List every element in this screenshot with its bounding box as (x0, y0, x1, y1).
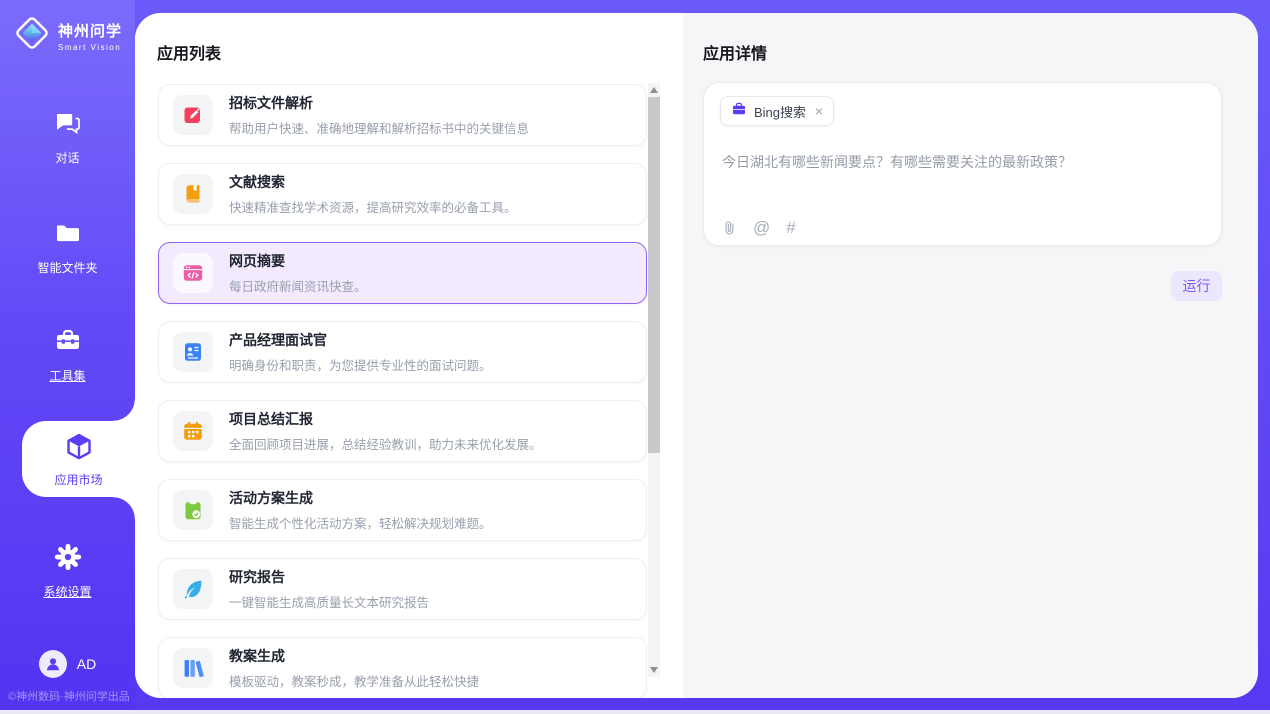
cube-icon (63, 431, 95, 468)
app-list-title: 应用列表 (157, 40, 221, 64)
sidebar-item-5[interactable]: 系统设置 (0, 542, 135, 600)
app-card-title: 招标文件解析 (229, 93, 529, 113)
scroll-down-arrow-icon[interactable] (648, 663, 660, 677)
app-card-texts: 网页摘要每日政府新闻资讯快查。 (229, 251, 367, 295)
app-card-description: 全面回顾项目进展，总结经验教训，助力未来优化发展。 (229, 434, 542, 453)
tool-chip-label: Bing搜索 (754, 102, 806, 121)
books-icon (173, 648, 213, 688)
app-card-title: 网页摘要 (229, 251, 367, 271)
app-card-description: 模板驱动，教案秒成，教学准备从此轻松快捷 (229, 671, 479, 690)
close-icon[interactable]: × (815, 104, 823, 118)
clipboard-check-icon (173, 490, 213, 530)
app-card-7[interactable]: 研究报告一键智能生成高质量长文本研究报告 (158, 558, 647, 620)
sidebar-item-label: 智能文件夹 (37, 259, 97, 276)
sidebar-item-label: 对话 (55, 149, 79, 166)
sidebar-item-label: 应用市场 (54, 471, 102, 488)
run-button[interactable]: 运行 (1171, 271, 1222, 301)
prompt-input[interactable]: 今日湖北有哪些新闻要点？有哪些需要关注的最新政策？ (722, 152, 1072, 172)
app-card-title: 文献搜索 (229, 172, 517, 192)
app-card-description: 每日政府新闻资讯快查。 (229, 276, 367, 295)
app-card-texts: 研究报告一键智能生成高质量长文本研究报告 (229, 567, 429, 611)
scroll-up-arrow-icon[interactable] (648, 83, 660, 97)
app-card-title: 活动方案生成 (229, 488, 492, 508)
app-card-3[interactable]: 网页摘要每日政府新闻资讯快查。 (158, 242, 647, 304)
tool-chip-bing-search[interactable]: Bing搜索 × (720, 96, 834, 126)
sidebar-item-label: 工具集 (49, 367, 85, 384)
brand-subtitle: Smart Vision (58, 43, 122, 52)
sidebar-item-4[interactable]: 应用市场 (22, 421, 135, 497)
app-card-description: 明确身份和职责，为您提供专业性的面试问题。 (229, 355, 492, 374)
bubble-notch-top (113, 399, 135, 421)
app-card-description: 帮助用户快速、准确地理解和解析招标书中的关键信息 (229, 118, 529, 137)
app-card-texts: 文献搜索快速精准查找学术资源，提高研究效率的必备工具。 (229, 172, 517, 216)
app-card-texts: 产品经理面试官明确身份和职责，为您提供专业性的面试问题。 (229, 330, 492, 374)
prompt-toolbar: @# (722, 219, 796, 236)
book-icon (173, 174, 213, 214)
toolbox-icon (53, 326, 83, 361)
app-card-texts: 招标文件解析帮助用户快速、准确地理解和解析招标书中的关键信息 (229, 93, 529, 137)
app-card-texts: 活动方案生成智能生成个性化活动方案，轻松解决规划难题。 (229, 488, 492, 532)
webpage-code-icon (173, 253, 213, 293)
brand: 神州问学 Smart Vision (0, 14, 135, 57)
app-card-description: 快速精准查找学术资源，提高研究效率的必备工具。 (229, 197, 517, 216)
hash-icon[interactable]: # (786, 219, 795, 236)
bubble-notch-bottom (113, 497, 135, 519)
brand-name: 神州问学 (58, 20, 122, 41)
app-card-5[interactable]: 项目总结汇报全面回顾项目进展，总结经验教训，助力未来优化发展。 (158, 400, 647, 462)
app-detail-title: 应用详情 (703, 40, 767, 64)
app-card-description: 智能生成个性化活动方案，轻松解决规划难题。 (229, 513, 492, 532)
app-list: 招标文件解析帮助用户快速、准确地理解和解析招标书中的关键信息文献搜索快速精准查找… (158, 84, 647, 698)
app-card-texts: 教案生成模板驱动，教案秒成，教学准备从此轻松快捷 (229, 646, 479, 690)
gear-icon (53, 542, 83, 577)
briefcase-icon (731, 101, 747, 122)
app-card-1[interactable]: 招标文件解析帮助用户快速、准确地理解和解析招标书中的关键信息 (158, 84, 647, 146)
app-list-panel: 应用列表 招标文件解析帮助用户快速、准确地理解和解析招标书中的关键信息文献搜索快… (135, 13, 683, 698)
brand-logo-icon (13, 14, 51, 57)
main-content: 应用列表 招标文件解析帮助用户快速、准确地理解和解析招标书中的关键信息文献搜索快… (135, 13, 1258, 698)
scrollbar-thumb[interactable] (648, 97, 660, 453)
quill-icon (173, 569, 213, 609)
sidebar-item-2[interactable]: 智能文件夹 (0, 218, 135, 276)
document-edit-icon (173, 95, 213, 135)
interviewer-icon (173, 332, 213, 372)
sidebar-item-1[interactable]: 对话 (0, 108, 135, 166)
attachment-icon[interactable] (722, 219, 737, 236)
app-card-texts: 项目总结汇报全面回顾项目进展，总结经验教训，助力未来优化发展。 (229, 409, 542, 453)
folder-icon (53, 218, 83, 253)
calendar-icon (173, 411, 213, 451)
mention-icon[interactable]: @ (753, 219, 770, 236)
app-card-2[interactable]: 文献搜索快速精准查找学术资源，提高研究效率的必备工具。 (158, 163, 647, 225)
copyright-text: ©神州数码·神州问学出品 (8, 688, 130, 704)
app-card-description: 一键智能生成高质量长文本研究报告 (229, 592, 429, 611)
chat-icon (53, 108, 83, 143)
app-card-6[interactable]: 活动方案生成智能生成个性化活动方案，轻松解决规划难题。 (158, 479, 647, 541)
avatar (39, 650, 67, 678)
user-initials: AD (77, 656, 96, 672)
app-card-title: 教案生成 (229, 646, 479, 666)
sidebar-item-3[interactable]: 工具集 (0, 326, 135, 384)
prompt-card[interactable]: Bing搜索 × 今日湖北有哪些新闻要点？有哪些需要关注的最新政策？ @# (703, 82, 1222, 246)
sidebar-item-label: 系统设置 (43, 583, 91, 600)
app-card-8[interactable]: 教案生成模板驱动，教案秒成，教学准备从此轻松快捷 (158, 637, 647, 698)
app-detail-panel: 应用详情 Bing搜索 × 今日湖北有哪些新闻要点？有哪些需要关注的最新政策？ … (683, 13, 1258, 698)
app-card-title: 研究报告 (229, 567, 429, 587)
app-card-title: 产品经理面试官 (229, 330, 492, 350)
app-card-title: 项目总结汇报 (229, 409, 542, 429)
scrollbar[interactable] (648, 83, 660, 677)
app-card-4[interactable]: 产品经理面试官明确身份和职责，为您提供专业性的面试问题。 (158, 321, 647, 383)
sidebar: 神州问学 Smart Vision 对话智能文件夹工具集应用市场系统设置 AD … (0, 0, 135, 710)
user-account[interactable]: AD (0, 650, 135, 678)
